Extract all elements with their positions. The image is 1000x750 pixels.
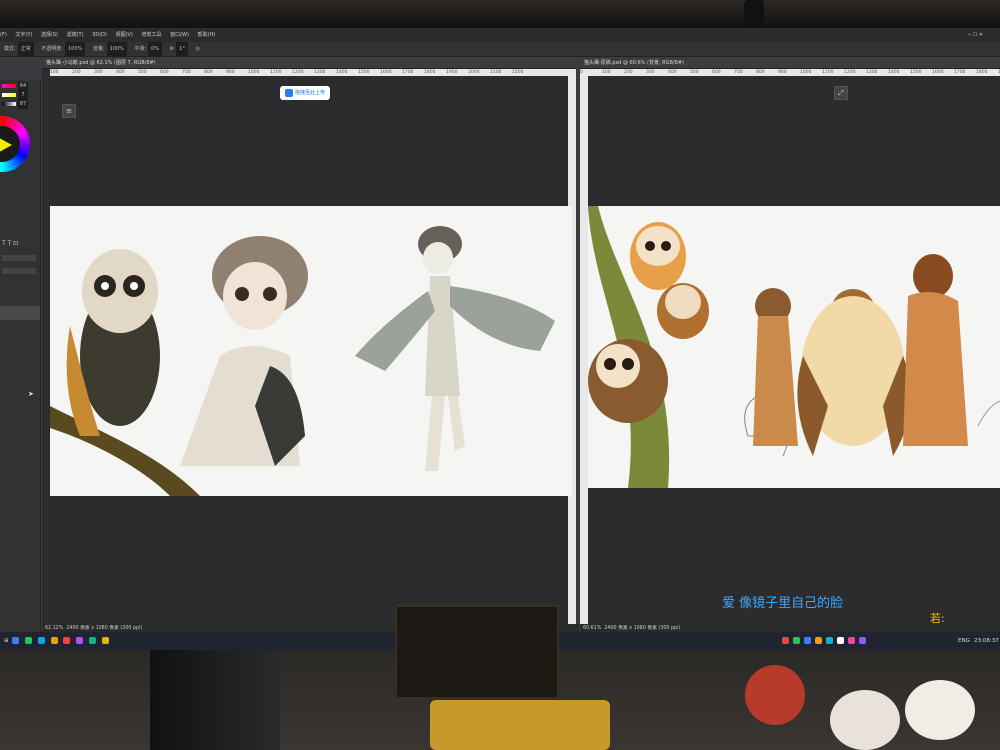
flow-field[interactable]: 100%	[106, 42, 127, 56]
upload-button[interactable]: 拖拽至此上传	[280, 86, 331, 100]
settings-icon[interactable]: ⚙	[170, 46, 174, 52]
cursor-icon: ➤	[28, 390, 34, 398]
mode-select[interactable]: 正常	[17, 42, 34, 56]
vertical-ruler	[580, 76, 588, 624]
figurine	[745, 665, 805, 725]
pressure-icon[interactable]: ◎	[195, 42, 199, 56]
canvas-left[interactable]	[50, 206, 572, 496]
color-value-h[interactable]: 64	[18, 82, 28, 91]
mode-label: 模式:	[4, 46, 16, 52]
app-icon[interactable]	[25, 637, 33, 644]
color-value-s[interactable]: 7	[18, 91, 28, 100]
smooth-field[interactable]: 0%	[148, 42, 163, 56]
coin-pile	[430, 700, 610, 750]
desktop-lyrics: 爱 像镜子里自己的脸	[722, 596, 844, 611]
zoom-level[interactable]: 60.61%	[583, 626, 601, 631]
color-value-b[interactable]: 87	[18, 100, 28, 109]
workspace: ≡ 拖拽至此上传	[42, 76, 572, 624]
menu-item[interactable]: (F)	[0, 32, 7, 38]
canvas-right[interactable]	[588, 206, 1000, 488]
brightness-slider	[2, 101, 16, 106]
smooth-label: 平滑:	[134, 46, 147, 52]
saturation-slider	[2, 92, 16, 97]
document-tab[interactable]: 猫头鹰-原稿.psd @ 60.6% (背景, RGB/8#)	[580, 58, 1000, 69]
document-size: 2400 像素 x 1080 像素 (300 ppi)	[604, 626, 681, 631]
menu-item[interactable]: 滤镜(T)	[67, 32, 84, 38]
owl-artwork-right	[588, 206, 1000, 488]
app-icon[interactable]	[50, 637, 58, 644]
start-icon[interactable]: ⊞	[4, 638, 9, 644]
menu-item[interactable]: 选择(S)	[41, 32, 58, 38]
menu-item[interactable]: 帮助(H)	[198, 32, 216, 38]
opacity-field[interactable]: 100%	[64, 42, 86, 56]
app-icon[interactable]	[12, 637, 20, 644]
owl-artwork-left	[50, 226, 555, 496]
app-icon[interactable]	[101, 637, 109, 644]
angle-field[interactable]: 1°	[176, 42, 188, 56]
tray-icons[interactable]	[780, 632, 868, 650]
panel-row	[2, 255, 36, 261]
options-bar: 模式: 正常 不透明度: 100% 流量: 100% 平滑: 0% ⚙ 1° ◎	[0, 42, 1000, 57]
figurine	[905, 680, 975, 740]
upload-icon	[285, 88, 293, 97]
opacity-label: 不透明度:	[41, 46, 63, 52]
menu-item[interactable]: 增效工具	[141, 32, 161, 38]
color-triangle[interactable]	[0, 134, 12, 156]
decorative-box	[395, 605, 559, 699]
monitor-stand	[150, 650, 280, 750]
document-window-right: 猫头鹰-原稿.psd @ 60.6% (背景, RGB/8#) 0 100 200 3…	[580, 58, 1000, 634]
app-icon[interactable]	[88, 637, 96, 644]
app-icon[interactable]	[37, 637, 45, 644]
app-icon[interactable]	[76, 637, 84, 644]
expand-icon[interactable]: ⤢	[834, 86, 848, 100]
document-tab[interactable]: 猫头鹰-小马鞍.psd @ 62.1% (图层 7, RGB/8#)	[42, 58, 576, 69]
type-tool-icon[interactable]: T T ⊡	[2, 240, 18, 247]
menu-item[interactable]: 窗口(W)	[170, 32, 189, 38]
document-window-left: 猫头鹰-小马鞍.psd @ 62.1% (图层 7, RGB/8#) 100 20…	[42, 58, 579, 634]
panel-row	[2, 268, 36, 274]
zoom-level[interactable]: 62.12%	[45, 626, 63, 631]
menu-item[interactable]: 文字(Y)	[15, 32, 32, 38]
window-controls[interactable]: ─ ☐ ✕	[968, 28, 983, 42]
panel-toggle-icon[interactable]: ≡	[62, 104, 76, 118]
upload-label: 拖拽至此上传	[295, 90, 326, 96]
photoshop-screen: (F) 文字(Y) 选择(S) 滤镜(T) 3D(D) 视图(V) 增效工具 窗…	[0, 28, 1000, 650]
menu-bar: (F) 文字(Y) 选择(S) 滤镜(T) 3D(D) 视图(V) 增效工具 窗…	[0, 28, 1000, 42]
color-panel: 64 7 87 T T ⊡ ➤	[0, 80, 41, 650]
menu-item[interactable]: 3D(D)	[92, 32, 107, 38]
layer-row[interactable]	[0, 306, 40, 320]
document-size: 2400 像素 x 1080 像素 (300 ppi)	[66, 626, 143, 631]
hue-slider	[2, 83, 16, 88]
workspace: ⤢	[588, 76, 1000, 624]
language-indicator[interactable]: ENG	[958, 632, 970, 650]
monitor-bezel	[0, 0, 1000, 30]
app-icon[interactable]	[63, 637, 71, 644]
flow-label: 流量:	[92, 46, 105, 52]
clock[interactable]: 23:08:37	[974, 632, 999, 650]
desktop-lyrics-next: 若:	[930, 612, 945, 625]
menu-item[interactable]: 视图(V)	[116, 32, 133, 38]
figurine	[830, 690, 900, 750]
